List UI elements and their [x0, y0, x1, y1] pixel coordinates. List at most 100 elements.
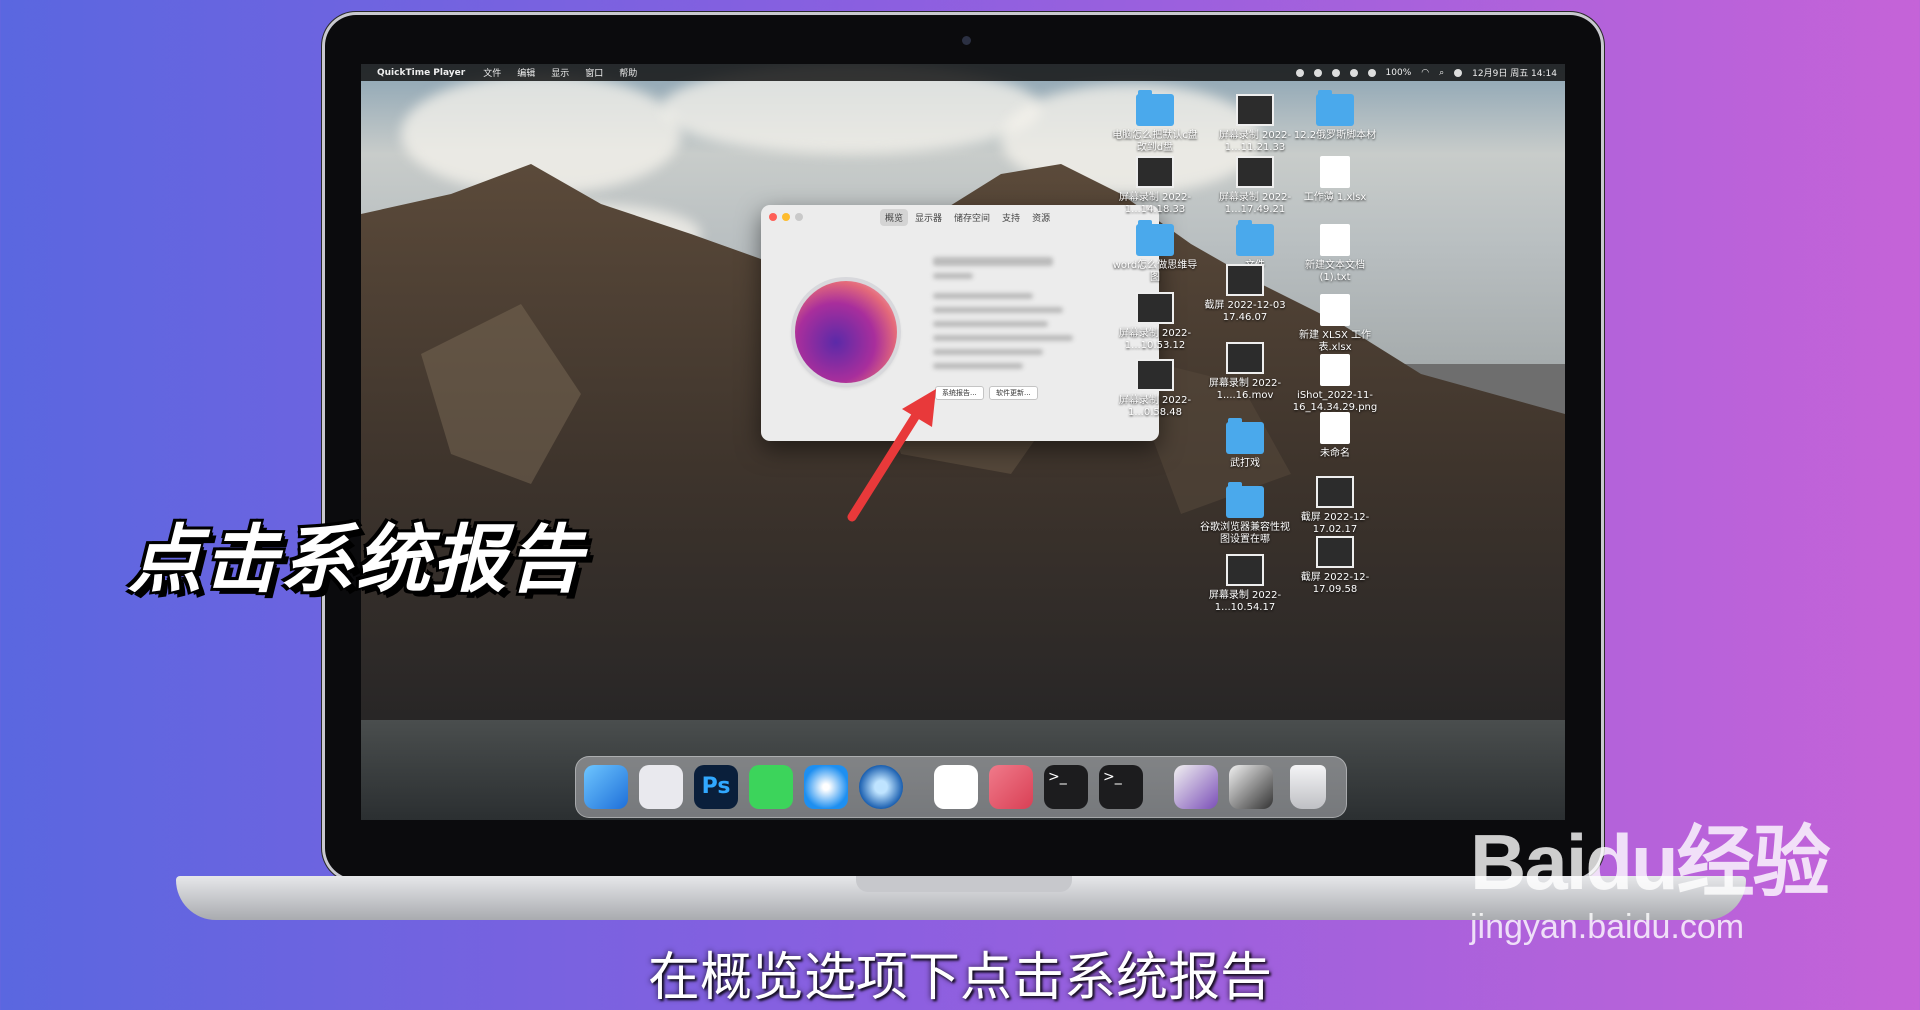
desktop-item-label: 屏幕录制 2022-1...11.21.33	[1218, 130, 1292, 153]
desktop-item-label: 屏幕录制 2022-1...17.49.21	[1218, 192, 1292, 215]
folder-icon	[1136, 90, 1174, 126]
desktop-item[interactable]: 屏幕录制 2022-1...10.54.17	[1199, 554, 1291, 614]
desktop-item[interactable]: word怎么做思维导图	[1109, 220, 1201, 284]
software-update-button[interactable]: 软件更新...	[989, 386, 1038, 400]
photoshop-icon[interactable]: Ps	[694, 765, 738, 809]
terminal-icon[interactable]: >_	[1044, 765, 1088, 809]
folder-icon	[1226, 418, 1264, 454]
launchpad-icon[interactable]	[639, 765, 683, 809]
desktop-item[interactable]: 武打戏	[1199, 418, 1291, 470]
desktop-item-label: 新建文本文档 (1).txt	[1305, 260, 1365, 283]
watermark-url: jingyan.baidu.com	[1470, 908, 1745, 946]
blurred-info-line	[933, 363, 1023, 369]
desktop-item[interactable]: 新建 XLSX 工作表.xlsx	[1289, 294, 1381, 354]
menu-file[interactable]: 文件	[483, 66, 501, 79]
desktop-item[interactable]: 屏幕录制 2022-1...14.18.33	[1109, 156, 1201, 216]
recent-image-icon[interactable]	[1174, 765, 1218, 809]
folder-icon	[1236, 220, 1274, 256]
screenshot-thumbnail-icon	[1226, 342, 1264, 374]
camera-icon	[962, 36, 971, 45]
macos-logo	[795, 281, 897, 383]
dock: Ps >_ >_	[575, 756, 1347, 818]
status-area: 100% ◠ ⌕ 12月9日 周五 14:14	[1295, 66, 1565, 79]
desktop-item[interactable]: 谷歌浏览器兼容性视图设置在哪	[1199, 482, 1291, 546]
desktop-item-label: 电脑怎么把默认c盘改到d盘	[1112, 130, 1198, 153]
blurred-info-line	[933, 307, 1063, 313]
desktop-item[interactable]: 屏幕录制 2022-1...10.53.12	[1109, 292, 1201, 352]
desktop-item[interactable]: 截屏 2022-12- 17.09.58	[1289, 536, 1381, 596]
tab-overview[interactable]: 概览	[880, 209, 909, 226]
desktop-item[interactable]: 12.2俄罗斯脚本材	[1289, 90, 1381, 142]
menu-help[interactable]: 帮助	[619, 66, 637, 79]
red-arrow-annotation	[847, 389, 936, 522]
status-icon[interactable]	[1367, 68, 1376, 77]
folder-icon	[1136, 220, 1174, 256]
wifi-icon[interactable]: ◠	[1421, 68, 1429, 78]
overlay-title: 点击系统报告	[128, 517, 584, 603]
menu-app-name[interactable]: QuickTime Player	[377, 68, 465, 78]
finder-icon[interactable]	[584, 765, 628, 809]
screenshot-thumbnail-icon	[1316, 476, 1354, 508]
desktop-item[interactable]: 新建文本文档 (1).txt	[1289, 224, 1381, 284]
feishu-icon[interactable]	[934, 765, 978, 809]
tab-displays[interactable]: 显示器	[910, 209, 947, 226]
screenshots-stack-icon[interactable]	[1229, 765, 1273, 809]
clock[interactable]: 12月9日 周五 14:14	[1472, 66, 1557, 79]
desktop-item-label: 截屏 2022-12- 17.09.58	[1300, 572, 1370, 595]
screenshot-thumbnail-icon	[1236, 94, 1274, 126]
status-icon[interactable]	[1331, 68, 1340, 77]
status-icon[interactable]	[1349, 68, 1358, 77]
desktop-item-label: 屏幕录制 2022-1...10.54.17	[1208, 590, 1282, 613]
menu-edit[interactable]: 编辑	[517, 66, 535, 79]
desktop-item[interactable]: 未命名	[1289, 412, 1381, 460]
status-icon[interactable]	[1313, 68, 1322, 77]
menu-window[interactable]: 窗口	[585, 66, 603, 79]
search-icon[interactable]: ⌕	[1439, 68, 1444, 78]
folder-icon	[1226, 482, 1264, 518]
blurred-info-line	[933, 349, 1043, 355]
vectornator-icon[interactable]	[989, 765, 1033, 809]
screenshot-thumbnail-icon	[1136, 156, 1174, 188]
safari-icon[interactable]	[804, 765, 848, 809]
screenshot-thumbnail-icon	[1316, 536, 1354, 568]
menu-view[interactable]: 显示	[551, 66, 569, 79]
blurred-os-name	[933, 257, 1053, 266]
desktop-item[interactable]: 屏幕录制 2022-1...0.58.48	[1109, 359, 1201, 419]
screen: QuickTime Player 文件 编辑 显示 窗口 帮助 100% ◠ ⌕…	[361, 64, 1565, 820]
desktop-item-label: 新建 XLSX 工作表.xlsx	[1299, 330, 1371, 353]
tab-storage[interactable]: 储存空间	[949, 209, 995, 226]
messages-icon[interactable]	[749, 765, 793, 809]
desktop-item[interactable]: iShot_2022-11-16_14.34.29.png	[1289, 354, 1381, 414]
desktop-item-label: 屏幕录制 2022-1....16.mov	[1208, 378, 1282, 401]
watermark-logo: Baidu经验	[1470, 818, 1831, 906]
desktop-item[interactable]: 屏幕录制 2022-1...17.49.21	[1209, 156, 1301, 216]
desktop-item[interactable]: 电脑怎么把默认c盘改到d盘	[1109, 90, 1201, 154]
minimize-button[interactable]	[782, 213, 790, 221]
status-icon[interactable]	[1295, 68, 1304, 77]
battery-percent[interactable]: 100%	[1386, 68, 1412, 78]
close-button[interactable]	[769, 213, 777, 221]
desktop-item-label: 屏幕录制 2022-1...10.53.12	[1118, 328, 1192, 351]
terminal-icon[interactable]: >_	[1099, 765, 1143, 809]
quicktime-icon[interactable]	[859, 765, 903, 809]
desktop-item[interactable]: 截屏 2022-12- 17.02.17	[1289, 476, 1381, 536]
screenshot-thumbnail-icon	[1226, 264, 1264, 296]
screenshot-thumbnail-icon	[1136, 292, 1174, 324]
control-center-icon[interactable]	[1454, 68, 1463, 77]
desktop-item-label: iShot_2022-11-16_14.34.29.png	[1292, 390, 1378, 413]
desktop-item[interactable]: 屏幕录制 2022-1....16.mov	[1199, 342, 1291, 402]
desktop-item[interactable]: 截屏 2022-12-03 17.46.07	[1199, 264, 1291, 324]
trash-icon[interactable]	[1290, 765, 1326, 809]
desktop-item[interactable]: 工作薄 1.xlsx	[1289, 156, 1381, 204]
baidu-watermark: Baidu经验 jingyan.baidu.com	[1470, 800, 1831, 947]
document-icon	[1320, 294, 1350, 326]
zoom-button[interactable]	[795, 213, 803, 221]
desktop-item[interactable]: 屏幕录制 2022-1...11.21.33	[1209, 94, 1301, 154]
menu-bar: QuickTime Player 文件 编辑 显示 窗口 帮助 100% ◠ ⌕…	[361, 64, 1565, 81]
tab-resources[interactable]: 资源	[1027, 209, 1055, 226]
folder-icon	[1316, 90, 1354, 126]
blurred-info-line	[933, 293, 1033, 299]
tab-support[interactable]: 支持	[997, 209, 1025, 226]
blurred-info-line	[933, 321, 1048, 327]
blurred-version	[933, 273, 973, 279]
